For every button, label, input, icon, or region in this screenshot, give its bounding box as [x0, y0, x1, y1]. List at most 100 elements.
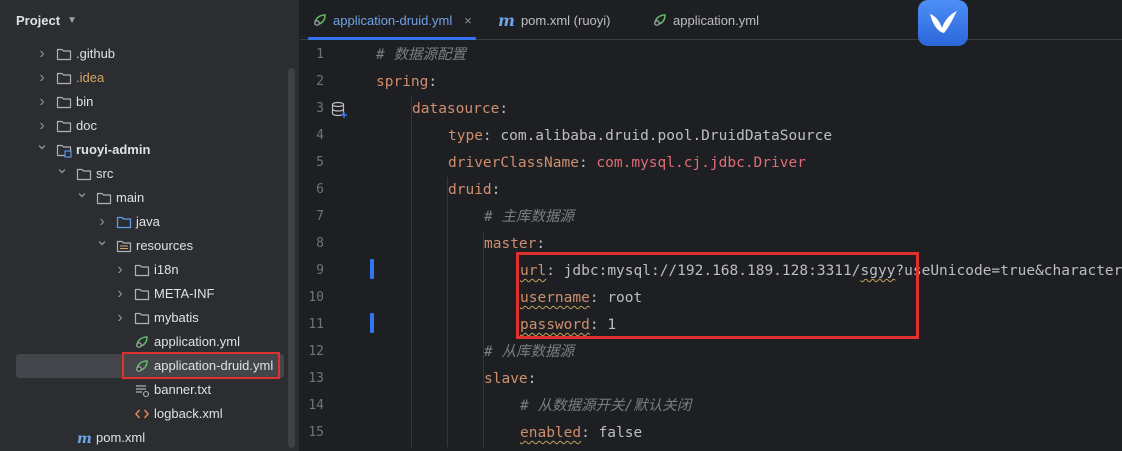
tree-item-label: .idea: [76, 70, 105, 85]
change-marker[interactable]: [370, 259, 374, 279]
code-line[interactable]: datasource:: [412, 96, 508, 123]
code-token: false: [598, 425, 643, 441]
yaml-file-icon: [312, 12, 328, 28]
tab-pom-xml[interactable]: m pom.xml (ruoyi): [498, 0, 611, 40]
chevron-down-icon[interactable]: [76, 186, 88, 210]
code-line[interactable]: # 主库数据源: [484, 204, 574, 231]
tree-item-main[interactable]: main: [0, 186, 299, 210]
chevron-right-icon[interactable]: ›: [114, 306, 126, 330]
project-panel-header[interactable]: Project ▼: [0, 0, 299, 40]
module-folder-icon: [56, 142, 72, 158]
tree-item-src[interactable]: src: [0, 162, 299, 186]
code-comment: # 主库数据源: [484, 209, 574, 225]
code-line[interactable]: # 数据源配置: [376, 42, 466, 69]
database-icon[interactable]: [331, 101, 349, 119]
tree-item-application-druid-yml[interactable]: application-druid.yml: [0, 354, 299, 378]
code-token: :: [536, 236, 546, 252]
tree-item-doc[interactable]: › doc: [0, 114, 299, 138]
change-marker[interactable]: [370, 313, 374, 333]
maven-file-icon: m: [76, 430, 92, 446]
tab-label: application.yml: [673, 12, 759, 28]
chevron-down-icon[interactable]: [56, 162, 68, 186]
project-panel: Project ▼ › .github › .idea › bin › doc ruoyi-ad…: [0, 0, 299, 451]
tree-item-mybatis[interactable]: › mybatis: [0, 306, 299, 330]
line-number: 10: [308, 290, 324, 305]
tree-item-label: application.yml: [154, 334, 240, 349]
code-line[interactable]: username: root: [520, 285, 642, 312]
code-line[interactable]: # 从库数据源: [484, 339, 574, 366]
tab-label: pom.xml (ruoyi): [520, 12, 611, 28]
maven-file-icon: m: [498, 10, 515, 30]
tree-item-idea[interactable]: › .idea: [0, 66, 299, 90]
tree-item-pom-xml[interactable]: m pom.xml: [0, 426, 299, 450]
chevron-right-icon[interactable]: ›: [36, 42, 48, 66]
project-tree: › .github › .idea › bin › doc ruoyi-admin src main…: [0, 42, 299, 450]
code-token: :: [482, 128, 501, 144]
code-token: :: [589, 290, 608, 306]
tab-application-druid-yml[interactable]: application-druid.yml ×: [308, 0, 476, 40]
line-number: 12: [308, 344, 324, 359]
code-token: :: [499, 101, 509, 117]
tree-item-label: i18n: [154, 262, 179, 277]
chevron-right-icon[interactable]: ›: [36, 114, 48, 138]
folder-icon: [96, 190, 112, 206]
yaml-key: password: [520, 317, 590, 333]
project-panel-title[interactable]: Project: [16, 13, 60, 28]
tree-item-label: resources: [136, 238, 194, 253]
code-line[interactable]: password: 1: [520, 312, 616, 339]
chevron-right-icon[interactable]: ›: [96, 210, 108, 234]
code-editor[interactable]: # 数据源配置 spring: datasource: type: com.aliba…: [376, 40, 1122, 451]
code-line[interactable]: spring:: [376, 69, 437, 96]
chevron-right-icon[interactable]: ›: [36, 90, 48, 114]
code-line[interactable]: type: com.alibaba.druid.pool.DruidDataSo…: [448, 123, 832, 150]
chevron-right-icon[interactable]: ›: [36, 66, 48, 90]
yaml-key: spring: [376, 74, 429, 90]
svg-text:m: m: [77, 431, 92, 446]
tree-item-java[interactable]: › java: [0, 210, 299, 234]
tree-item-i18n[interactable]: › i18n: [0, 258, 299, 282]
yaml-key: username: [520, 290, 590, 306]
tab-application-yml[interactable]: application.yml: [652, 0, 759, 40]
code-line[interactable]: master:: [484, 231, 545, 258]
code-token: :: [546, 263, 564, 279]
code-token: com.alibaba.druid.pool.DruidDataSource: [500, 128, 833, 144]
tree-item-application-yml[interactable]: application.yml: [0, 330, 299, 354]
chevron-down-icon[interactable]: [36, 138, 48, 162]
tree-item-ruoyi-admin[interactable]: ruoyi-admin: [0, 138, 299, 162]
code-line[interactable]: driverClassName: com.mysql.cj.jdbc.Drive…: [448, 150, 806, 177]
yaml-key: datasource: [412, 101, 500, 117]
tree-item-label: ruoyi-admin: [76, 142, 151, 157]
tree-item-logback-xml[interactable]: logback.xml: [0, 402, 299, 426]
code-comment: # 从数据源开关/默认关闭: [520, 398, 692, 414]
tree-item-bin[interactable]: › bin: [0, 90, 299, 114]
chevron-down-icon[interactable]: [96, 234, 108, 258]
folder-icon: [134, 286, 150, 302]
code-line[interactable]: # 从数据源开关/默认关闭: [520, 393, 691, 420]
code-token: :: [428, 74, 438, 90]
text-file-icon: [134, 382, 150, 398]
line-number: 4: [316, 128, 324, 143]
code-token: :: [578, 155, 597, 171]
tree-item-label: bin: [76, 94, 94, 109]
tree-item-github[interactable]: › .github: [0, 42, 299, 66]
close-icon[interactable]: ×: [464, 13, 472, 28]
project-scrollbar[interactable]: [288, 68, 295, 448]
yaml-key: druid: [448, 182, 492, 198]
code-line[interactable]: druid:: [448, 177, 500, 204]
line-number-gutter: 1 2 3 4 5 6 7 8 9 10 11 12 13 14 15: [300, 40, 360, 451]
code-token: com.mysql.cj.jdbc.Driver: [596, 155, 806, 171]
chevron-right-icon[interactable]: ›: [114, 282, 126, 306]
tree-item-banner-txt[interactable]: banner.txt: [0, 378, 299, 402]
tree-item-resources[interactable]: resources: [0, 234, 299, 258]
tree-item-label: .github: [76, 46, 116, 61]
code-token: sgyy: [860, 263, 896, 279]
code-line[interactable]: enabled: false: [520, 420, 642, 447]
chevron-right-icon[interactable]: ›: [114, 258, 126, 282]
tree-item-label: mybatis: [154, 310, 199, 325]
indent-guide: [447, 177, 448, 447]
xml-file-icon: [134, 406, 150, 422]
code-line[interactable]: slave:: [484, 366, 536, 393]
tree-item-meta-inf[interactable]: › META-INF: [0, 282, 299, 306]
code-line[interactable]: url: jdbc:mysql://192.168.189.128:3311/s…: [520, 258, 1122, 285]
chevron-down-icon[interactable]: ▼: [67, 15, 77, 26]
